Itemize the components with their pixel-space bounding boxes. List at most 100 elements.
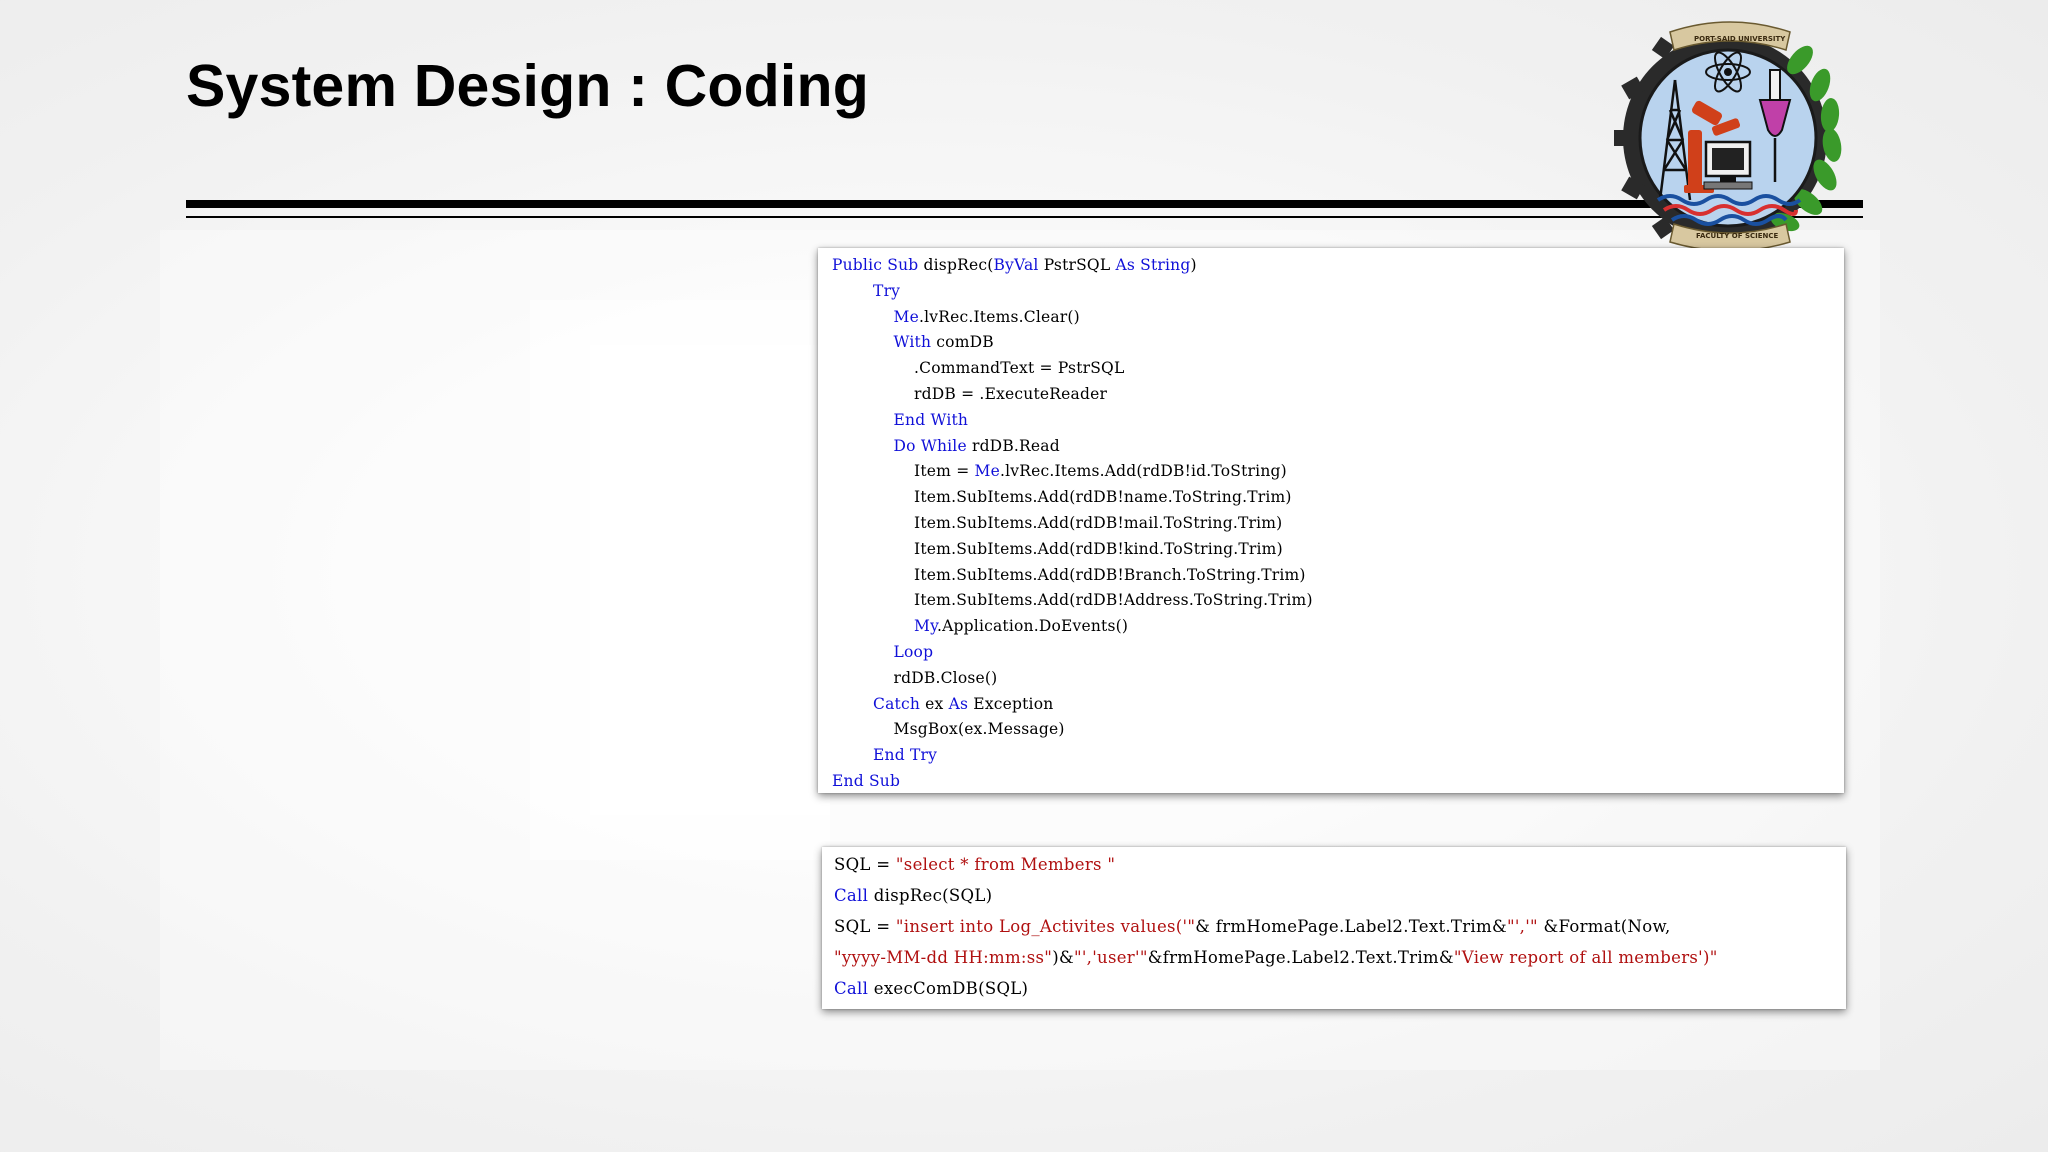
code-line: With comDB <box>832 329 994 355</box>
code-line: Me.lvRec.Items.Clear() <box>832 304 1080 330</box>
code-snippet-sql: SQL = "select * from Members " Call dispR… <box>822 847 1846 1009</box>
code-token-plain: SQL = <box>834 855 896 874</box>
code-token-plain: rdDB = .ExecuteReader <box>914 385 1108 403</box>
code-token-plain: comDB <box>931 333 994 352</box>
code-token-plain: .lvRec.Items.Add(rdDB!id.ToString) <box>999 462 1287 481</box>
code-token-plain: SQL = <box>834 917 896 936</box>
code-line: Try <box>832 278 900 304</box>
code-token-keyword: ByVal <box>993 256 1039 274</box>
code-line: My.Application.DoEvents() <box>832 613 1128 639</box>
code-line: Call dispRec(SQL) <box>834 881 992 911</box>
code-line: Item.SubItems.Add(rdDB!Branch.ToString.T… <box>832 562 1306 588</box>
code-token-keyword: Me <box>893 307 919 326</box>
code-token-keyword: End Try <box>873 746 938 765</box>
code-line: Call execComDB(SQL) <box>834 974 1028 1004</box>
code-token-plain: &frmHomePage.Label2.Text.Trim& <box>1147 948 1454 967</box>
code-token-plain: & frmHomePage.Label2.Text.Trim& <box>1195 917 1507 936</box>
code-token-keyword: Loop <box>893 643 934 661</box>
code-token-keyword: Call <box>834 979 869 998</box>
code-token-keyword: My <box>914 617 938 636</box>
code-line: Item.SubItems.Add(rdDB!name.ToString.Tri… <box>832 484 1292 510</box>
code-token-plain: ex <box>920 694 949 713</box>
slide-title: System Design : Coding <box>186 53 869 119</box>
code-token-plain: dispRec(SQL) <box>868 886 993 905</box>
code-token-plain: .Application.DoEvents() <box>937 617 1129 636</box>
code-token-plain: execComDB(SQL) <box>868 979 1029 998</box>
code-line: Do While rdDB.Read <box>832 433 1060 459</box>
code-token-plain: PstrSQL <box>1038 256 1116 274</box>
code-token-plain: Item = <box>914 462 975 481</box>
logo-top-text: PORT-SAID UNIVERSITY <box>1694 35 1786 43</box>
code-token-plain: Item.SubItems.Add(rdDB!Branch.ToString.T… <box>914 565 1306 584</box>
code-token-string: "yyyy-MM-dd HH:mm:ss" <box>834 948 1053 967</box>
code-token-plain: )& <box>1052 948 1074 967</box>
code-token-string: "','user'" <box>1073 948 1148 967</box>
code-line: End Sub <box>832 768 900 794</box>
code-token-string: "','" <box>1506 917 1538 936</box>
code-line: Item = Me.lvRec.Items.Add(rdDB!id.ToStri… <box>832 458 1287 484</box>
code-token-plain: rdDB.Read <box>966 436 1060 455</box>
code-token-keyword: Me <box>974 462 1000 481</box>
logo-bottom-text: FACULTY OF SCIENCE <box>1696 232 1779 240</box>
code-line: End Try <box>832 742 937 768</box>
code-token-plain: .lvRec.Items.Clear() <box>918 307 1080 326</box>
code-token-plain: Item.SubItems.Add(rdDB!Address.ToString.… <box>914 591 1313 610</box>
code-token-keyword: Do While <box>893 436 967 455</box>
code-line: SQL = "select * from Members " <box>834 850 1115 880</box>
code-token-keyword: As <box>948 694 969 713</box>
code-token-plain: Exception <box>968 694 1054 713</box>
code-token-plain: Item.SubItems.Add(rdDB!kind.ToString.Tri… <box>914 539 1283 558</box>
code-token-keyword: End With <box>893 410 969 429</box>
background-panel-inner-2 <box>590 345 830 815</box>
code-line: "yyyy-MM-dd HH:mm:ss")&"','user'"&frmHom… <box>834 943 1718 973</box>
code-token-plain: ) <box>1190 256 1197 274</box>
code-token-plain: dispRec( <box>918 256 994 274</box>
code-token-keyword: As String <box>1115 256 1191 274</box>
code-token-plain: .CommandText = PstrSQL <box>914 359 1125 378</box>
university-logo: PORT-SAID UNIVERSITY FACULTY OF SCIENCE <box>1614 21 1842 250</box>
code-token-keyword: Public Sub <box>832 256 919 274</box>
logo-computer <box>1703 140 1753 190</box>
code-line: rdDB.Close() <box>832 665 998 691</box>
code-token-plain: MsgBox(ex.Message) <box>893 720 1065 739</box>
code-line: .CommandText = PstrSQL <box>832 355 1124 381</box>
code-line: SQL = "insert into Log_Activites values(… <box>834 912 1671 942</box>
code-line: End With <box>832 407 968 433</box>
code-token-plain: rdDB.Close() <box>893 668 998 687</box>
code-line: Item.SubItems.Add(rdDB!kind.ToString.Tri… <box>832 536 1283 562</box>
code-token-keyword: Catch <box>873 694 921 713</box>
code-token-keyword: Call <box>834 886 869 905</box>
code-line: rdDB = .ExecuteReader <box>832 381 1107 407</box>
code-line: MsgBox(ex.Message) <box>832 716 1065 742</box>
code-token-keyword: With <box>893 333 932 352</box>
code-line: Item.SubItems.Add(rdDB!mail.ToString.Tri… <box>832 510 1282 536</box>
code-line: Catch ex As Exception <box>832 691 1053 717</box>
code-token-keyword: End Sub <box>832 772 901 790</box>
code-token-string: "insert into Log_Activites values('" <box>895 917 1196 936</box>
code-line: Item.SubItems.Add(rdDB!Address.ToString.… <box>832 587 1313 613</box>
code-token-string: "View report of all members')" <box>1453 948 1718 967</box>
code-snippet-disprec: Public Sub dispRec(ByVal PstrSQL As Stri… <box>818 248 1844 793</box>
code-token-plain: Item.SubItems.Add(rdDB!name.ToString.Tri… <box>914 488 1292 507</box>
code-line: Loop <box>832 639 933 665</box>
code-token-plain: Item.SubItems.Add(rdDB!mail.ToString.Tri… <box>914 514 1283 532</box>
code-token-keyword: Try <box>873 281 901 300</box>
code-token-plain: &Format(Now, <box>1537 917 1671 936</box>
